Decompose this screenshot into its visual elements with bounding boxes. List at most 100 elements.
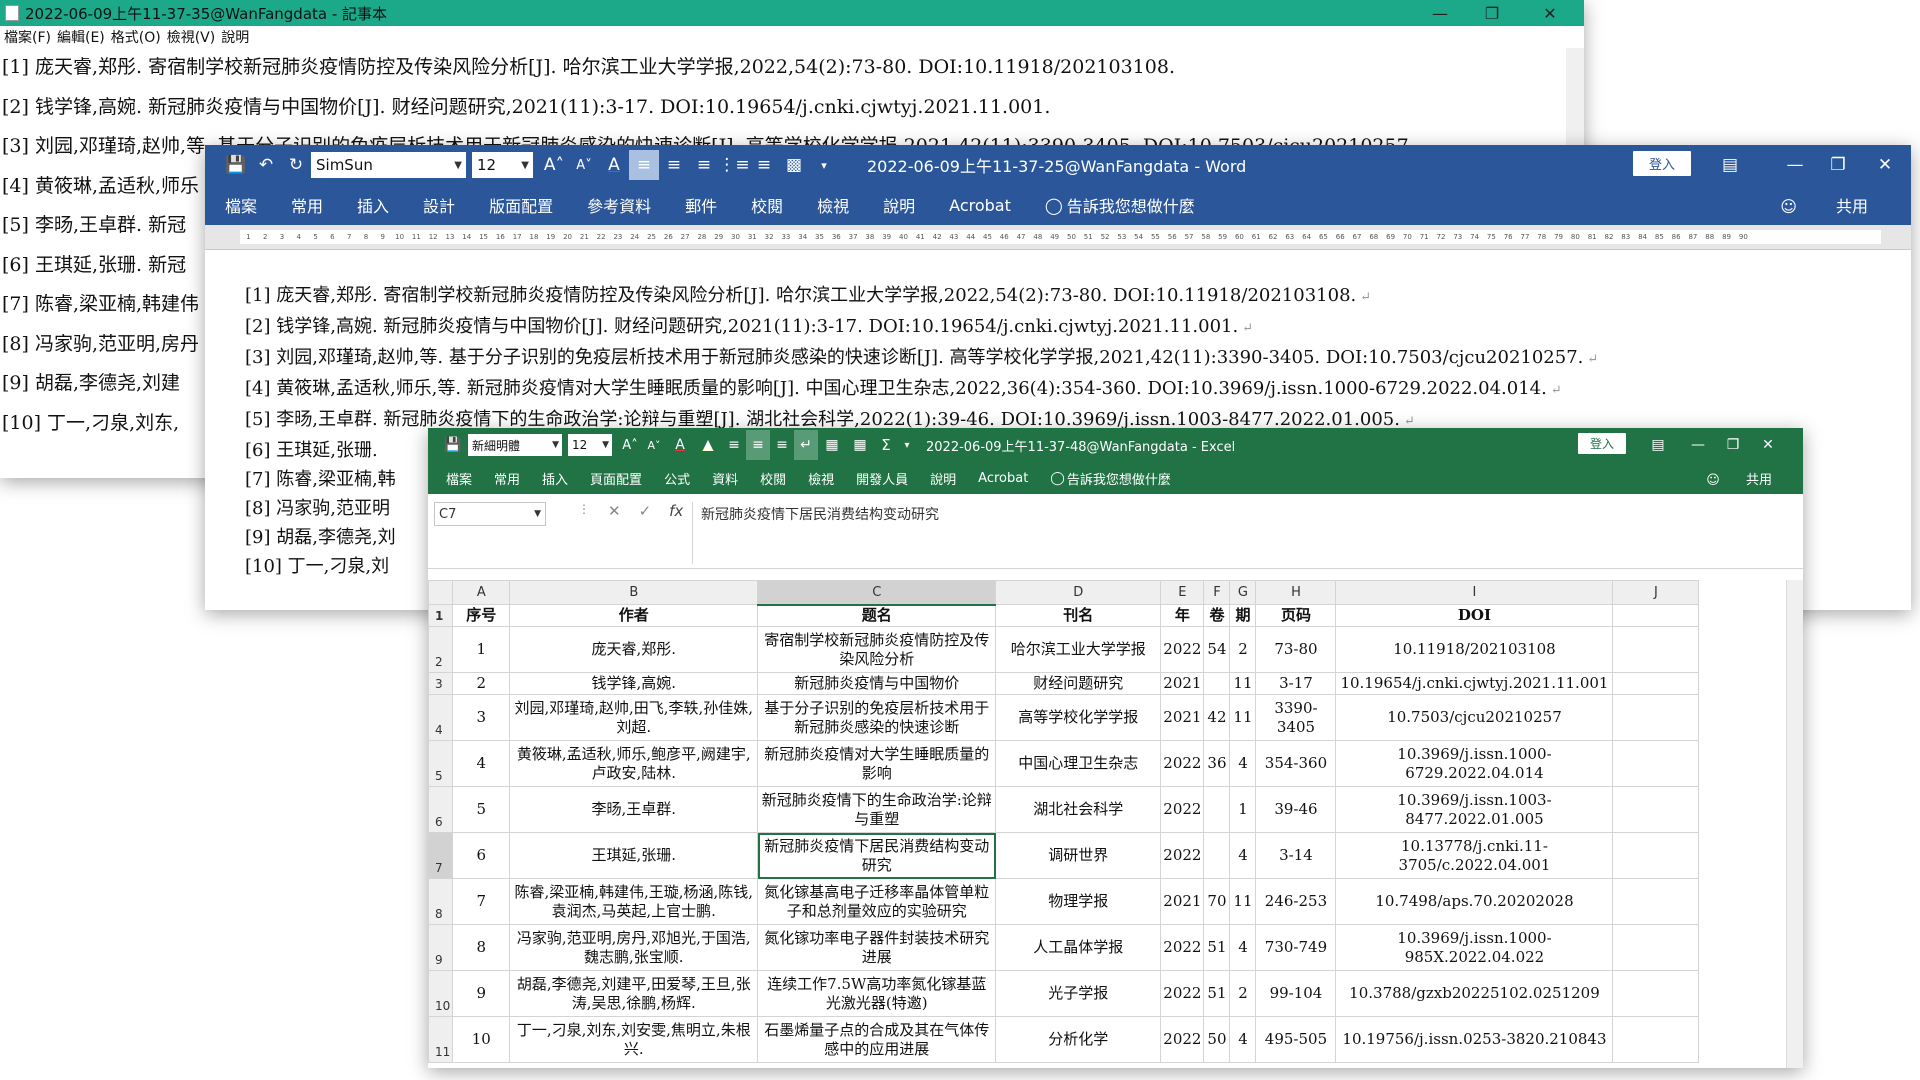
table-cell[interactable]: 54 [1203, 626, 1231, 673]
header-cell[interactable]: 刊名 [995, 604, 1162, 627]
tab-page-layout[interactable]: 頁面配置 [590, 469, 642, 488]
redo-icon[interactable]: ↻ [281, 150, 311, 180]
table-cell[interactable]: 钱学锋,高婉. [509, 672, 759, 695]
grow-font-icon[interactable]: A˄ [618, 430, 642, 460]
save-icon[interactable]: 💾 [221, 150, 251, 180]
table-cell[interactable]: 10.19654/j.cnki.cjwtyj.2021.11.001 [1335, 672, 1614, 695]
table-cell[interactable]: 10.7498/aps.70.20202028 [1335, 878, 1614, 925]
row-header[interactable]: 6 [428, 786, 454, 833]
table-cell[interactable]: 5 [452, 786, 511, 833]
table-cell[interactable]: 11 [1229, 878, 1257, 925]
table-cell[interactable] [1612, 924, 1700, 971]
column-header[interactable]: E [1160, 580, 1205, 605]
table-cell[interactable]: 2022 [1160, 740, 1205, 787]
table-cell[interactable] [1203, 832, 1231, 879]
tell-me-search[interactable]: 告訴我您想做什麼 [1067, 469, 1171, 488]
tab-file[interactable]: 檔案 [225, 193, 257, 217]
table-cell[interactable]: 495-505 [1255, 1016, 1337, 1063]
tab-file[interactable]: 檔案 [446, 469, 472, 488]
tab-references[interactable]: 參考資料 [587, 193, 651, 217]
table-cell[interactable] [1612, 694, 1700, 741]
table-cell[interactable]: 10 [452, 1016, 511, 1063]
menu-help[interactable]: 說明 [221, 27, 249, 47]
table-cell[interactable]: 73-80 [1255, 626, 1337, 673]
table-cell[interactable]: 氮化镓功率电子器件封装技术研究进展 [757, 924, 997, 971]
table-cell[interactable] [1203, 672, 1231, 695]
minimize-icon[interactable]: — [1780, 150, 1810, 180]
ribbon-display-icon[interactable]: ▤ [1715, 150, 1745, 180]
table-cell[interactable]: 新冠肺炎疫情对大学生睡眠质量的影响 [757, 740, 997, 787]
table-cell[interactable]: 39-46 [1255, 786, 1337, 833]
tab-help[interactable]: 說明 [883, 193, 915, 217]
table-cell[interactable]: 354-360 [1255, 740, 1337, 787]
table-cell[interactable]: 冯家驹,范亚明,房丹,邓旭光,于国浩,魏志鹏,张宝顺. [509, 924, 759, 971]
table-cell[interactable]: 4 [1229, 924, 1257, 971]
table-cell[interactable] [1612, 878, 1700, 925]
table-cell[interactable]: 人工晶体学报 [995, 924, 1162, 971]
header-cell[interactable] [1612, 604, 1700, 627]
table-cell[interactable]: 黄筱琳,孟适秋,师乐,鲍彦平,阙建宇,卢政安,陆林. [509, 740, 759, 787]
save-icon[interactable]: 💾 [438, 430, 468, 460]
table-cell[interactable]: 2022 [1160, 924, 1205, 971]
table-cell[interactable]: 10.11918/202103108 [1335, 626, 1614, 673]
maximize-icon[interactable]: ❐ [1823, 150, 1853, 180]
minimize-icon[interactable]: — [1683, 430, 1713, 460]
undo-icon[interactable]: ↶ [251, 150, 281, 180]
sign-in-button[interactable]: 登入 [1633, 151, 1692, 176]
column-header[interactable]: G [1229, 580, 1257, 605]
table-cell[interactable]: 10.13778/j.cnki.11-3705/c.2022.04.001 [1335, 832, 1614, 879]
wrap-text-icon[interactable]: ↵ [794, 430, 818, 460]
formula-input[interactable]: 新冠肺炎疫情下居民消费结构变动研究 [692, 502, 1783, 564]
table-cell[interactable] [1203, 786, 1231, 833]
tab-insert[interactable]: 插入 [542, 469, 568, 488]
table-cell[interactable]: 99-104 [1255, 970, 1337, 1017]
header-cell[interactable]: 作者 [509, 604, 759, 627]
table-cell[interactable]: 王琪延,张珊. [509, 832, 759, 879]
table-cell[interactable]: 石墨烯量子点的合成及其在气体传感中的应用进展 [757, 1016, 997, 1063]
table-cell[interactable]: 6 [452, 832, 511, 879]
tab-acrobat[interactable]: Acrobat [949, 196, 1011, 215]
font-name-box[interactable]: 新細明體 ▼ [468, 434, 562, 456]
header-cell[interactable]: 页码 [1255, 604, 1337, 627]
align-center-icon[interactable]: ≡ [659, 150, 689, 180]
menu-view[interactable]: 檢視(V) [167, 27, 216, 47]
column-header[interactable]: J [1612, 580, 1700, 605]
maximize-icon[interactable]: ❐ [1718, 430, 1748, 460]
cancel-icon[interactable]: ✕ [608, 502, 621, 520]
table-cell[interactable]: 51 [1203, 970, 1231, 1017]
tab-developer[interactable]: 開發人員 [856, 469, 908, 488]
table-cell[interactable]: 财经问题研究 [995, 672, 1162, 695]
column-header[interactable]: H [1255, 580, 1337, 605]
align-center-icon[interactable]: ≡ [746, 430, 770, 460]
table-cell[interactable]: 2 [1229, 626, 1257, 673]
excel-title-bar[interactable]: 💾 新細明體 ▼ 12 ▼ A˄ A˅ A ▲ ≡ ≡ ≡ ↵ ▦ ▦ Σ ▾ 20… [428, 428, 1803, 462]
table-cell[interactable]: 10.19756/j.issn.0253-3820.210843 [1335, 1016, 1614, 1063]
table-cell[interactable]: 2 [452, 672, 511, 695]
table-cell[interactable]: 1 [1229, 786, 1257, 833]
close-icon[interactable]: ✕ [1520, 0, 1580, 26]
table-cell[interactable]: 3-14 [1255, 832, 1337, 879]
header-cell[interactable]: 序号 [452, 604, 511, 627]
table-cell[interactable]: 调研世界 [995, 832, 1162, 879]
table-cell[interactable]: 氮化镓基高电子迁移率晶体管单粒子和总剂量效应的实验研究 [757, 878, 997, 925]
table-cell[interactable]: 新冠肺炎疫情下居民消费结构变动研究 [757, 832, 997, 879]
table-cell[interactable]: 2022 [1160, 786, 1205, 833]
tab-insert[interactable]: 插入 [357, 193, 389, 217]
sign-in-button[interactable]: 登入 [1578, 433, 1627, 454]
table-cell[interactable]: 4 [452, 740, 511, 787]
table-cell[interactable]: 2 [1229, 970, 1257, 1017]
table-cell[interactable] [1612, 740, 1700, 787]
row-header[interactable]: 2 [428, 626, 454, 673]
numbering-icon[interactable]: ≡ [749, 150, 779, 180]
table-cell[interactable]: 4 [1229, 832, 1257, 879]
align-right-icon[interactable]: ≡ [770, 430, 794, 460]
table-cell[interactable]: 50 [1203, 1016, 1231, 1063]
fill-color-icon[interactable]: ▲ [694, 430, 722, 460]
table-cell[interactable]: 李旸,王卓群. [509, 786, 759, 833]
table-cell[interactable]: 庞天睿,郑彤. [509, 626, 759, 673]
table-cell[interactable]: 10.3969/j.issn.1003-8477.2022.01.005 [1335, 786, 1614, 833]
name-box[interactable]: C7 ▼ [434, 502, 546, 526]
bullets-icon[interactable]: ⋮≡ [718, 150, 749, 180]
table-cell[interactable]: 胡磊,李德尧,刘建平,田爱琴,王旦,张涛,吴思,徐鹏,杨辉. [509, 970, 759, 1017]
table-cell[interactable]: 7 [452, 878, 511, 925]
